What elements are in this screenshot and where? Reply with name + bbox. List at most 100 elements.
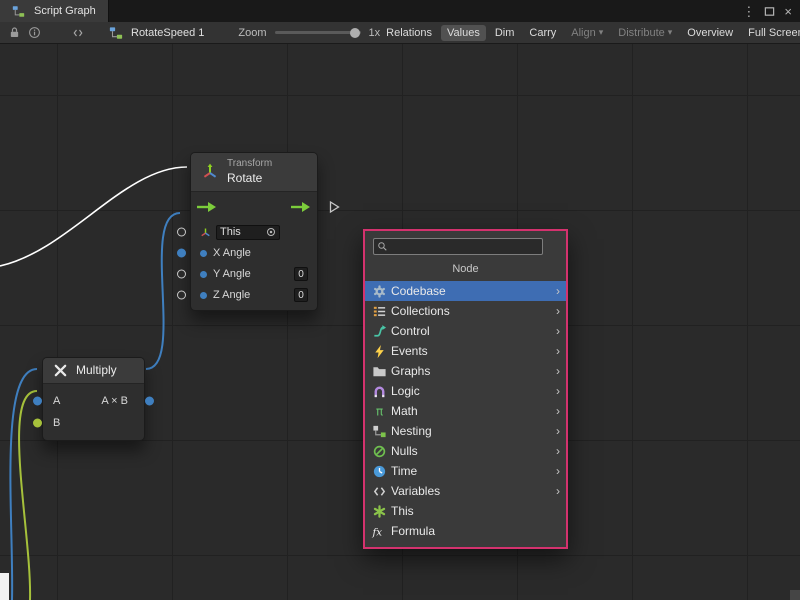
math-icon: π [371, 403, 387, 419]
fuzzy-finder-popup: Node Codebas [363, 229, 568, 549]
info-icon[interactable] [24, 24, 44, 42]
toolbar-buttons: Relations Values Dim Carry Align▾ Distri… [380, 25, 800, 41]
x-angle-port-row: X Angle [191, 243, 317, 264]
z-angle-label: Z Angle [213, 289, 250, 301]
multiply-node-header[interactable]: Multiply [43, 358, 144, 384]
submenu-chevron-icon: › [556, 345, 560, 357]
code-icon[interactable] [68, 24, 88, 42]
dim-button[interactable]: Dim [489, 25, 521, 41]
transform-gizmo-icon [201, 163, 219, 181]
submenu-chevron-icon: › [556, 465, 560, 477]
graphs-icon [371, 363, 387, 379]
input-a-port[interactable] [33, 397, 42, 406]
submenu-chevron-icon: › [556, 485, 560, 497]
this-field-value: This [220, 226, 241, 238]
flow-output-arrow-icon[interactable] [291, 201, 311, 213]
submenu-chevron-icon: › [556, 445, 560, 457]
relations-button[interactable]: Relations [380, 25, 438, 41]
nesting-icon [371, 423, 387, 439]
node-title: Rotate [227, 171, 272, 186]
float-type-dot-icon [200, 271, 207, 278]
finder-item-graphs[interactable]: Graphs › [365, 361, 566, 381]
script-graph-asset-icon [8, 2, 28, 20]
wire-flow-white [0, 167, 187, 266]
maximize-icon[interactable] [764, 6, 775, 17]
svg-text:fx: fx [371, 526, 382, 538]
tab-bar-spacer [109, 0, 735, 22]
finder-search-box[interactable] [373, 238, 543, 255]
distribute-button[interactable]: Distribute▾ [612, 25, 678, 41]
finder-item-events[interactable]: Events › [365, 341, 566, 361]
submenu-chevron-icon: › [556, 385, 560, 397]
finder-search-input[interactable] [391, 241, 539, 253]
nulls-icon [371, 443, 387, 459]
output-label: A × B [101, 395, 128, 407]
object-picker-icon[interactable] [266, 227, 276, 237]
breadcrumb-label: RotateSpeed 1 [131, 27, 204, 39]
graph-asset-icon [106, 24, 126, 42]
finder-item-nesting[interactable]: Nesting › [365, 421, 566, 441]
node-category: Transform [227, 158, 272, 171]
overview-button[interactable]: Overview [681, 25, 739, 41]
submenu-chevron-icon: › [556, 305, 560, 317]
fullscreen-button[interactable]: Full Screen [742, 25, 800, 41]
this-field[interactable]: This [216, 225, 280, 240]
finder-item-formula[interactable]: fx Formula [365, 521, 566, 541]
carry-button[interactable]: Carry [523, 25, 562, 41]
finder-item-control[interactable]: Control › [365, 321, 566, 341]
input-a-label: A [53, 395, 60, 407]
flow-port-row [191, 192, 317, 222]
tab-title: Script Graph [34, 5, 96, 17]
transform-node-header[interactable]: Transform Rotate [191, 153, 317, 192]
collections-icon [371, 303, 387, 319]
this-icon [371, 503, 387, 519]
wire-multiply-to-xangle [146, 213, 180, 369]
lock-icon[interactable] [4, 24, 24, 42]
output-port[interactable] [145, 397, 154, 406]
variables-icon [371, 483, 387, 499]
finder-item-time[interactable]: Time › [365, 461, 566, 481]
formula-icon: fx [371, 523, 387, 539]
z-angle-port[interactable] [177, 291, 186, 300]
tab-script-graph[interactable]: Script Graph [0, 0, 109, 22]
node-title: Multiply [76, 363, 117, 378]
finder-item-variables[interactable]: Variables › [365, 481, 566, 501]
caret-down-icon: ▾ [668, 28, 673, 37]
z-angle-port-row: Z Angle 0 [191, 285, 317, 306]
finder-item-math[interactable]: π Math › [365, 401, 566, 421]
zoom-slider[interactable] [275, 31, 361, 34]
this-port[interactable] [177, 228, 186, 237]
next-connection-triangle-icon [329, 200, 340, 213]
unity-visual-scripting-window: Script Graph ⋮ × [0, 0, 800, 600]
y-angle-field[interactable]: 0 [294, 267, 308, 281]
close-icon[interactable]: × [784, 5, 792, 18]
y-angle-port[interactable] [177, 270, 186, 279]
zoom-value: 1x [369, 27, 381, 39]
float-type-dot-icon [200, 250, 207, 257]
finder-item-nulls[interactable]: Nulls › [365, 441, 566, 461]
resize-corner [790, 590, 800, 600]
align-button[interactable]: Align▾ [565, 25, 609, 41]
finder-item-codebase[interactable]: Codebase › [365, 281, 566, 301]
codebase-icon [371, 283, 387, 299]
multiply-b-row: B [43, 412, 144, 434]
zoom-slider-handle[interactable] [350, 28, 360, 38]
this-port-row: This [191, 222, 317, 243]
kebab-menu-icon[interactable]: ⋮ [742, 5, 755, 18]
x-angle-port[interactable] [177, 249, 186, 258]
z-angle-field[interactable]: 0 [294, 288, 308, 302]
graph-canvas[interactable]: Transform Rotate [0, 44, 800, 600]
time-icon [371, 463, 387, 479]
finder-list: Codebase › Collections › [365, 281, 566, 541]
transform-rotate-node[interactable]: Transform Rotate [190, 152, 318, 311]
multiply-node[interactable]: Multiply A A × B B [42, 357, 145, 441]
graph-toolbar: RotateSpeed 1 Zoom 1x Relations Values D… [0, 22, 800, 44]
float-type-dot-icon [200, 292, 207, 299]
values-button[interactable]: Values [441, 25, 486, 41]
input-b-port[interactable] [33, 419, 42, 428]
finder-item-this[interactable]: This [365, 501, 566, 521]
breadcrumb[interactable]: RotateSpeed 1 [106, 24, 204, 42]
finder-item-collections[interactable]: Collections › [365, 301, 566, 321]
flow-input-arrow-icon[interactable] [197, 201, 217, 213]
finder-item-logic[interactable]: Logic › [365, 381, 566, 401]
